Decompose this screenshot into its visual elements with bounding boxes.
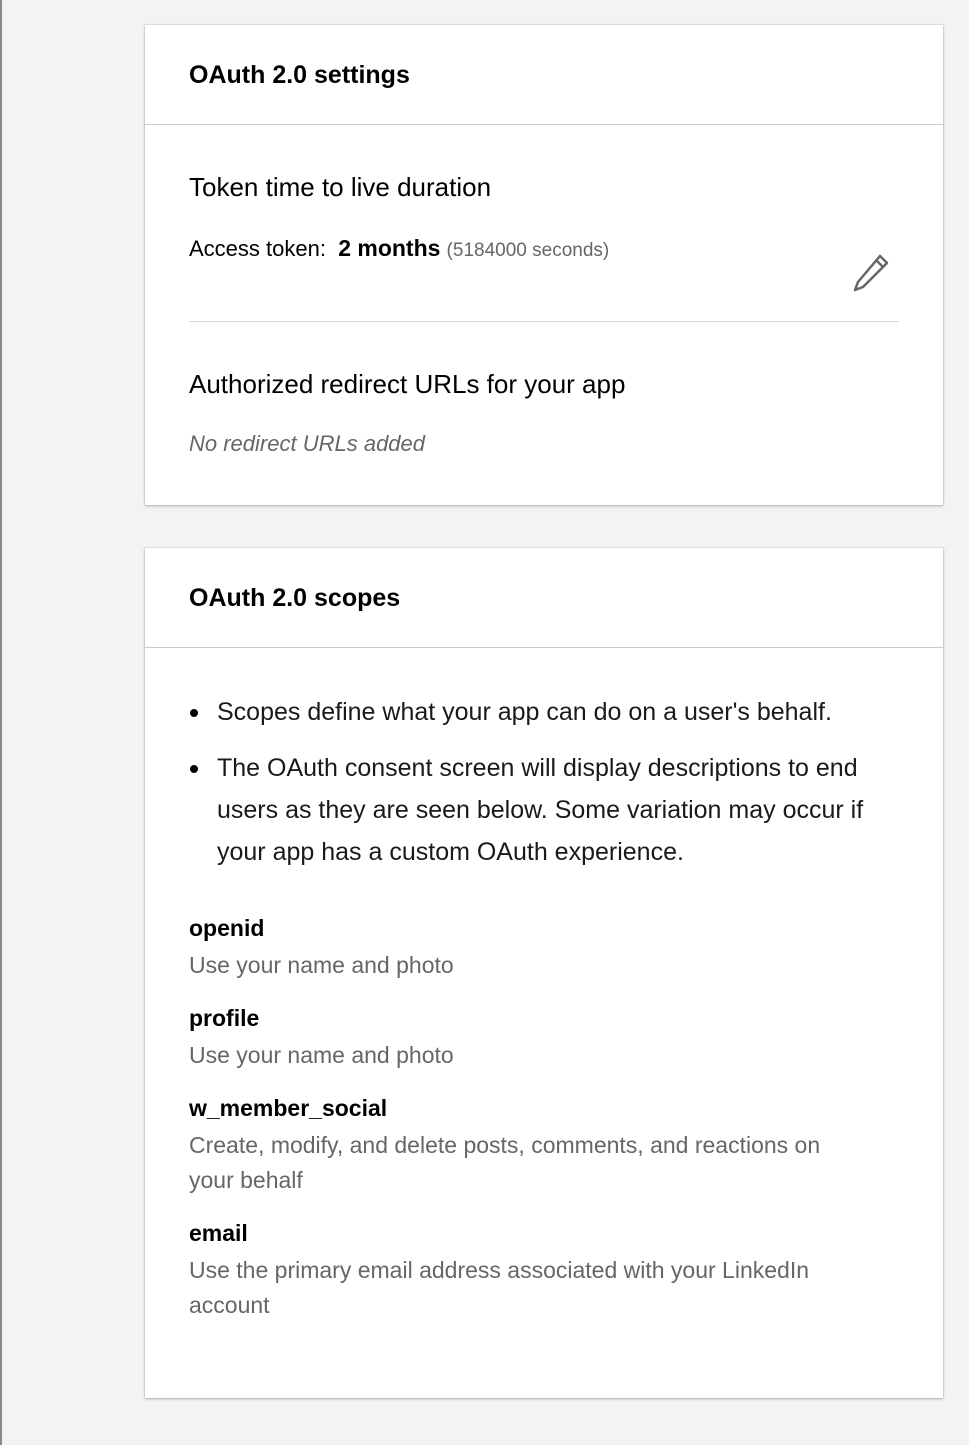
info-bullet: The OAuth consent screen will display de… (190, 747, 899, 873)
scope-item: w_member_social Create, modify, and dele… (189, 1095, 899, 1198)
scope-description: Use your name and photo (189, 952, 454, 978)
card-title: OAuth 2.0 settings (189, 61, 410, 89)
card-title: OAuth 2.0 scopes (189, 584, 401, 612)
scope-name: email (189, 1220, 248, 1246)
card-header: OAuth 2.0 settings (145, 25, 943, 125)
divider (189, 321, 899, 322)
scope-description: Create, modify, and delete posts, commen… (189, 1132, 821, 1193)
scope-description: Use your name and photo (189, 1042, 454, 1068)
oauth-settings-card: OAuth 2.0 settings Token time to live du… (145, 25, 943, 505)
token-ttl-heading: Token time to live duration (189, 172, 492, 202)
card-header: OAuth 2.0 scopes (145, 548, 943, 648)
scope-name: profile (189, 1005, 260, 1031)
scopes-info-list: Scopes define what your app can do on a … (189, 691, 899, 873)
scope-item: profile Use your name and photo (189, 1005, 899, 1073)
access-token-row: Access token: 2 months (5184000 seconds) (189, 235, 609, 262)
scope-item: email Use the primary email address asso… (189, 1220, 899, 1323)
scope-name: w_member_social (189, 1095, 388, 1121)
edit-redirect-urls-button[interactable] (851, 253, 891, 293)
access-token-seconds: (5184000 seconds) (446, 240, 610, 261)
window-edge (0, 0, 2, 1445)
oauth-scopes-card: OAuth 2.0 scopes Scopes define what your… (145, 548, 943, 1398)
info-bullet: Scopes define what your app can do on a … (190, 691, 899, 733)
scope-name: openid (189, 915, 265, 941)
scope-item: openid Use your name and photo (189, 915, 899, 983)
scope-description: Use the primary email address associated… (189, 1257, 810, 1318)
scope-list: openid Use your name and photo profile U… (189, 915, 899, 1323)
access-token-value: 2 months (338, 235, 441, 261)
redirect-urls-empty: No redirect URLs added (189, 431, 426, 456)
pencil-icon (853, 254, 889, 292)
redirect-urls-heading: Authorized redirect URLs for your app (189, 369, 626, 399)
access-token-label: Access token: (189, 236, 326, 261)
